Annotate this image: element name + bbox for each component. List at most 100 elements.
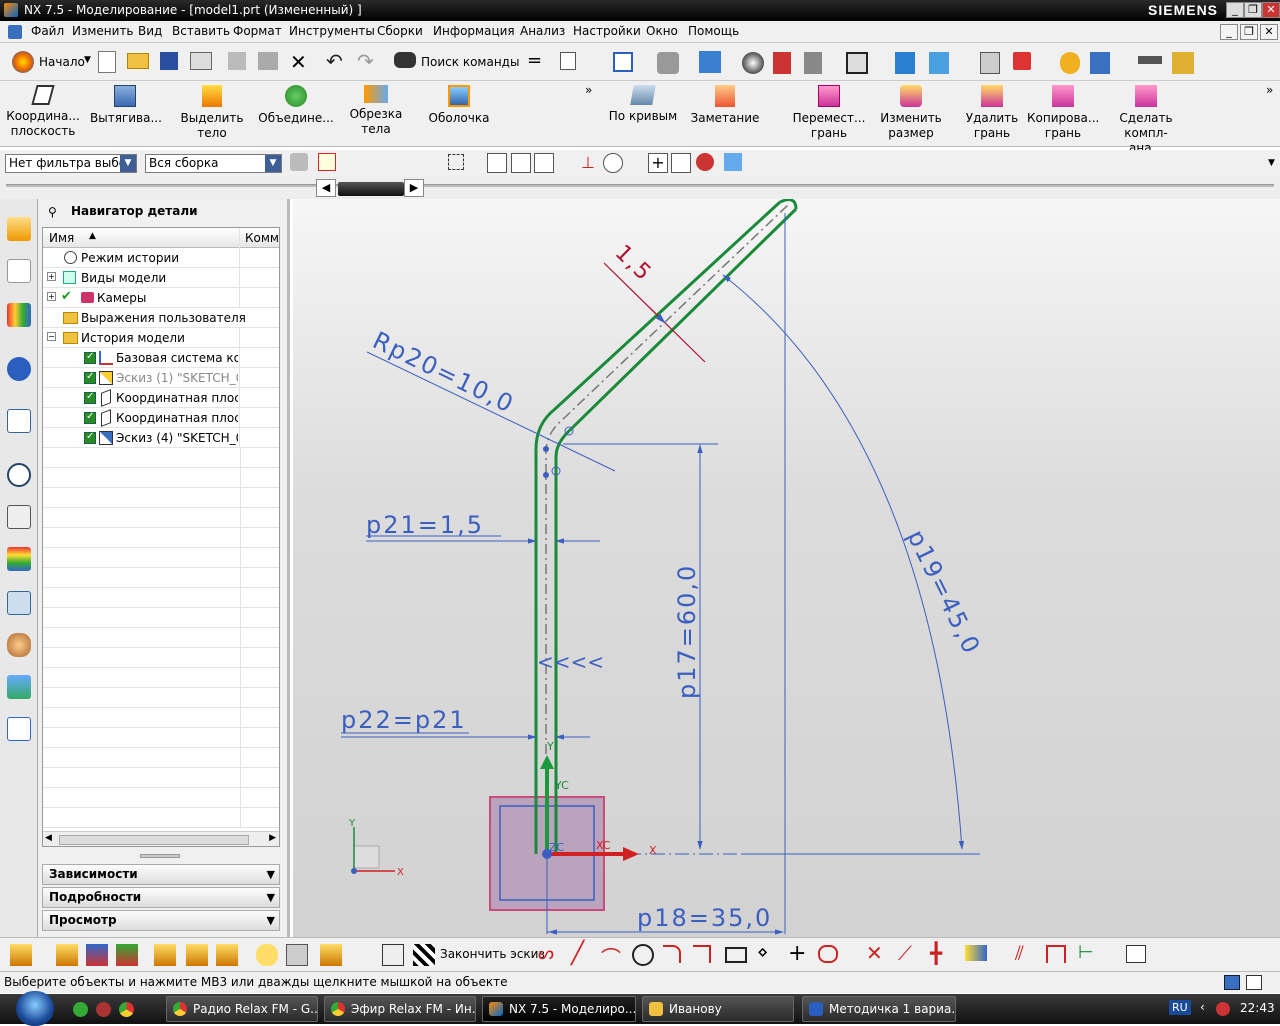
delete-icon[interactable]: ✕ bbox=[290, 50, 307, 74]
dimension-p18-label[interactable]: p18=35,0 bbox=[637, 904, 772, 932]
component-array-icon[interactable] bbox=[186, 944, 208, 966]
chevron-down-icon[interactable]: ▼ bbox=[120, 155, 136, 172]
horizontal-scrollbar[interactable]: ◀ ▶ bbox=[43, 831, 279, 846]
slider-thumb[interactable] bbox=[338, 182, 404, 196]
analysis-icon[interactable] bbox=[1060, 52, 1080, 74]
dimension-rp20-leader[interactable] bbox=[366, 351, 616, 472]
through-curves-button[interactable]: По кривым bbox=[607, 85, 679, 124]
fit-view-icon[interactable] bbox=[613, 52, 633, 72]
layer-icon[interactable] bbox=[895, 52, 915, 74]
make-corner-icon[interactable]: ╋ bbox=[930, 941, 942, 965]
mate-component-icon[interactable] bbox=[86, 944, 108, 966]
paste-icon[interactable] bbox=[258, 52, 278, 70]
part-navigator-icon[interactable] bbox=[7, 259, 31, 283]
mirror-assembly-icon[interactable] bbox=[216, 944, 238, 966]
menu-information[interactable]: Информация bbox=[433, 24, 515, 38]
expand-icon[interactable]: + bbox=[47, 272, 56, 281]
dependencies-panel[interactable]: Зависимости ▼ bbox=[42, 864, 280, 885]
center-snap-icon[interactable] bbox=[603, 153, 623, 173]
menu-view[interactable]: Вид bbox=[138, 24, 162, 38]
tree-row-user-expressions[interactable]: Выражения пользователя bbox=[43, 308, 279, 328]
close-button[interactable]: ✕ bbox=[1262, 2, 1280, 18]
tray-app-icon[interactable] bbox=[1216, 1002, 1230, 1016]
overflow-chevron-icon[interactable]: » bbox=[1266, 83, 1273, 97]
copy-icon[interactable] bbox=[228, 52, 246, 70]
tree-row-model-views[interactable]: + Виды модели bbox=[43, 268, 279, 288]
equals-icon[interactable]: = bbox=[527, 50, 542, 71]
move-face-button[interactable]: Перемест... грань bbox=[792, 85, 866, 141]
status-info-icon[interactable] bbox=[1224, 975, 1240, 990]
column-comment-header[interactable]: Комм bbox=[245, 231, 279, 245]
selection-filter-select[interactable]: Нет фильтра выбор ▼ bbox=[5, 154, 137, 173]
language-indicator[interactable]: RU bbox=[1169, 1000, 1191, 1015]
tray-expand-icon[interactable]: ‹ bbox=[1200, 1000, 1205, 1014]
menu-insert[interactable]: Вставить bbox=[172, 24, 230, 38]
roles-icon[interactable] bbox=[7, 633, 31, 657]
snap-body-icon[interactable] bbox=[724, 153, 742, 171]
chevron-down-icon[interactable]: ▼ bbox=[265, 155, 281, 172]
doc-close-button[interactable]: ✕ bbox=[1260, 24, 1278, 40]
resize-button[interactable]: Изменить размер bbox=[876, 85, 946, 141]
sketch-canvas[interactable]: <<<< p21=1,5 p22=p21 p17=60,0 p18=35,0 p… bbox=[293, 199, 1280, 937]
undo-icon[interactable]: ↶ bbox=[326, 49, 343, 73]
offset-curve-icon[interactable] bbox=[965, 945, 987, 961]
minimize-button[interactable]: _ bbox=[1226, 2, 1244, 18]
shell-button[interactable]: Оболочка bbox=[424, 85, 494, 126]
opera-icon[interactable] bbox=[96, 1002, 111, 1017]
measure-icon[interactable] bbox=[1138, 56, 1162, 64]
preview-panel[interactable]: Просмотр ▼ bbox=[42, 910, 280, 931]
tree-row-sketch-4[interactable]: Эскиз (4) "SKETCH_0... bbox=[43, 428, 279, 448]
dimension-thickness-label[interactable]: 1,5 bbox=[610, 240, 657, 286]
wave-link-icon[interactable] bbox=[154, 944, 176, 966]
tree-row-model-history[interactable]: − История модели bbox=[43, 328, 279, 348]
doc-minimize-button[interactable]: _ bbox=[1220, 24, 1238, 40]
utorrent-icon[interactable] bbox=[73, 1002, 88, 1017]
dimension-rp20-label[interactable]: Rp20=10,0 bbox=[368, 326, 519, 419]
view-orient-icon[interactable] bbox=[699, 51, 721, 73]
constraint-icon[interactable] bbox=[1013, 52, 1031, 70]
unite-button[interactable]: Объедине... bbox=[258, 85, 334, 126]
datum-plane-button[interactable]: Координа... плоскость bbox=[6, 85, 80, 139]
tree-row-datum-plane-1[interactable]: Координатная плос... bbox=[43, 388, 279, 408]
clock[interactable]: 22:43 bbox=[1240, 1001, 1275, 1015]
menu-preferences[interactable]: Настройки bbox=[573, 24, 641, 38]
windows-start-icon[interactable] bbox=[16, 991, 54, 1026]
menu-format[interactable]: Формат bbox=[233, 24, 282, 38]
line-icon[interactable]: ╱ bbox=[571, 941, 584, 966]
quick-trim-icon[interactable]: ✕ bbox=[866, 941, 883, 965]
start-icon[interactable] bbox=[12, 51, 34, 73]
extrude-button[interactable]: Вытягива... bbox=[90, 85, 162, 126]
status-window-icon[interactable] bbox=[1246, 975, 1262, 990]
print-icon[interactable] bbox=[190, 52, 212, 70]
copy-face-button[interactable]: Копирова... грань bbox=[1027, 85, 1099, 141]
open-folder-icon[interactable] bbox=[127, 53, 149, 69]
tree-row-sketch-1[interactable]: Эскиз (1) "SKETCH_0... bbox=[43, 368, 279, 388]
make-coplanar-button[interactable]: Сделать компл­ана... bbox=[1110, 85, 1182, 156]
tree-row-cameras[interactable]: + ✔ Камеры bbox=[43, 288, 279, 308]
inferred-dimension-icon[interactable] bbox=[1046, 945, 1066, 963]
delete-face-button[interactable]: Удалить грань bbox=[960, 85, 1024, 141]
menu-tools[interactable]: Инструменты bbox=[289, 24, 375, 38]
scroll-left-button[interactable]: ◀ bbox=[316, 179, 336, 197]
binoculars-icon[interactable] bbox=[394, 52, 416, 68]
selection-filter-icon[interactable] bbox=[290, 153, 308, 171]
process-studio-icon[interactable] bbox=[7, 547, 31, 571]
tools-icon[interactable] bbox=[980, 52, 1000, 74]
finish-sketch-button[interactable]: Закончить эскиз bbox=[440, 947, 545, 961]
scroll-left-icon[interactable]: ◀ bbox=[45, 833, 52, 843]
dimension-p19-label[interactable]: p19=45,0 bbox=[902, 525, 986, 659]
display-constraints-icon[interactable] bbox=[1126, 945, 1146, 963]
history-icon[interactable] bbox=[7, 463, 31, 487]
collapse-icon[interactable]: − bbox=[47, 332, 56, 341]
tree-row-datum-plane-2[interactable]: Координатная плос... bbox=[43, 408, 279, 428]
doc-restore-button[interactable]: ❐ bbox=[1240, 24, 1258, 40]
find-command-button[interactable]: Поиск команды bbox=[421, 55, 519, 69]
dimension-p21-label[interactable]: p21=1,5 bbox=[366, 511, 484, 539]
graphics-window[interactable]: <<<< p21=1,5 p22=p21 p17=60,0 p18=35,0 p… bbox=[293, 199, 1280, 937]
reuse-library-icon[interactable] bbox=[7, 357, 31, 381]
point-icon[interactable]: + bbox=[788, 941, 806, 966]
circle-icon[interactable] bbox=[632, 944, 654, 966]
save-icon[interactable] bbox=[160, 52, 178, 70]
render-style-icon[interactable] bbox=[657, 52, 679, 74]
scroll-thumb[interactable] bbox=[59, 835, 249, 845]
